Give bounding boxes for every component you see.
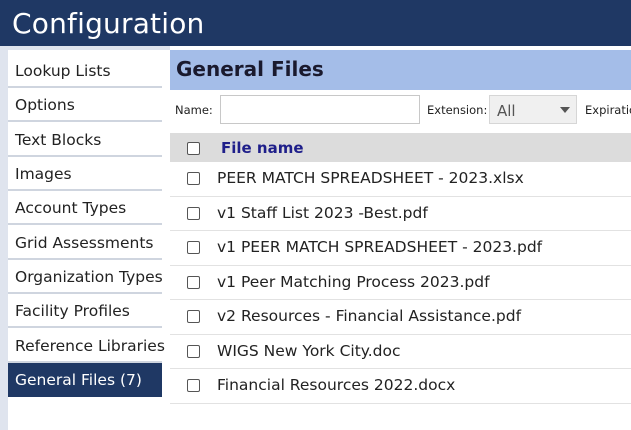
row-checkbox[interactable]: [187, 344, 200, 358]
sidebar-item-label: General Files (7): [15, 371, 142, 389]
file-name-cell: Financial Resources 2022.docx: [217, 376, 456, 394]
main-panel: General Files Name: Extension: All Expir…: [170, 46, 631, 430]
row-checkbox[interactable]: [187, 310, 200, 323]
sidebar-item-options[interactable]: Options: [8, 88, 162, 122]
extension-filter-label: Extension:: [427, 103, 488, 117]
table-row[interactable]: Financial Resources 2022.docx: [170, 369, 631, 404]
table-row[interactable]: v1 PEER MATCH SPREADSHEET - 2023.pdf: [170, 231, 631, 266]
row-checkbox[interactable]: [187, 172, 200, 185]
file-name-cell: WIGS New York City.doc: [217, 341, 401, 360]
row-checkbox[interactable]: [187, 275, 200, 289]
sidebar-item-label: Lookup Lists: [15, 62, 111, 80]
row-checkbox[interactable]: [187, 206, 200, 220]
sidebar-item-reference-libraries[interactable]: Reference Libraries: [8, 329, 165, 363]
sidebar-item-label: Grid Assessments: [15, 234, 154, 252]
table-row[interactable]: v1 Peer Matching Process 2023.pdf: [170, 265, 631, 300]
app-title: Configuration: [12, 7, 205, 40]
sidebar-item-images[interactable]: Images: [8, 157, 162, 191]
table-row[interactable]: v1 Staff List 2023 -Best.pdf: [170, 196, 631, 231]
file-name-cell: v2 Resources - Financial Assistance.pdf: [217, 307, 522, 325]
sidebar-item-label: Organization Types: [15, 268, 163, 286]
sidebar-item-label: Facility Profiles: [15, 302, 130, 320]
app-header: Configuration: [0, 0, 631, 46]
table-row[interactable]: v2 Resources - Financial Assistance.pdf: [170, 300, 631, 335]
sidebar-item-label: Reference Libraries: [15, 337, 165, 355]
sidebar-item-label: Images: [15, 165, 72, 183]
sidebar-item-lookup-lists[interactable]: Lookup Lists: [8, 54, 162, 88]
table-row[interactable]: PEER MATCH SPREADSHEET - 2023.xlsx: [170, 162, 631, 197]
name-filter-input[interactable]: [220, 95, 420, 124]
filter-bar: Name: Extension: All Expiratio: [170, 90, 631, 130]
sidebar-item-facility-profiles[interactable]: Facility Profiles: [8, 294, 162, 328]
sidebar-list: Lookup Lists Options Text Blocks Images …: [8, 50, 170, 430]
chevron-down-icon: [560, 107, 570, 113]
select-all-checkbox[interactable]: [187, 142, 200, 155]
sidebar-item-general-files[interactable]: General Files (7): [8, 363, 162, 397]
file-name-cell: PEER MATCH SPREADSHEET - 2023.xlsx: [217, 169, 524, 187]
name-filter-label: Name:: [175, 103, 213, 117]
sidebar-item-label: Options: [15, 96, 75, 114]
table-row[interactable]: WIGS New York City.doc: [170, 334, 631, 369]
panel-header: General Files: [170, 50, 631, 90]
row-checkbox[interactable]: [187, 379, 200, 392]
sidebar-item-text-blocks[interactable]: Text Blocks: [8, 123, 162, 157]
sidebar: Lookup Lists Options Text Blocks Images …: [0, 46, 170, 430]
sidebar-item-organization-types[interactable]: Organization Types: [8, 260, 163, 294]
file-name-cell: v1 PEER MATCH SPREADSHEET - 2023.pdf: [217, 238, 543, 256]
sidebar-item-label: Account Types: [15, 199, 127, 217]
row-checkbox[interactable]: [187, 241, 200, 254]
sidebar-item-label: Text Blocks: [15, 131, 102, 149]
grid-header: File name: [170, 133, 631, 162]
sidebar-item-account-types[interactable]: Account Types: [8, 191, 162, 225]
extension-select[interactable]: All: [489, 95, 577, 124]
column-header-file-name[interactable]: File name: [221, 139, 304, 157]
file-name-cell: v1 Staff List 2023 -Best.pdf: [217, 203, 428, 222]
expiration-filter-label: Expiratio: [585, 103, 631, 117]
file-name-cell: v1 Peer Matching Process 2023.pdf: [217, 272, 490, 291]
sidebar-item-grid-assessments[interactable]: Grid Assessments: [8, 226, 162, 260]
extension-select-value: All: [497, 102, 516, 120]
page-title: General Files: [176, 57, 324, 81]
